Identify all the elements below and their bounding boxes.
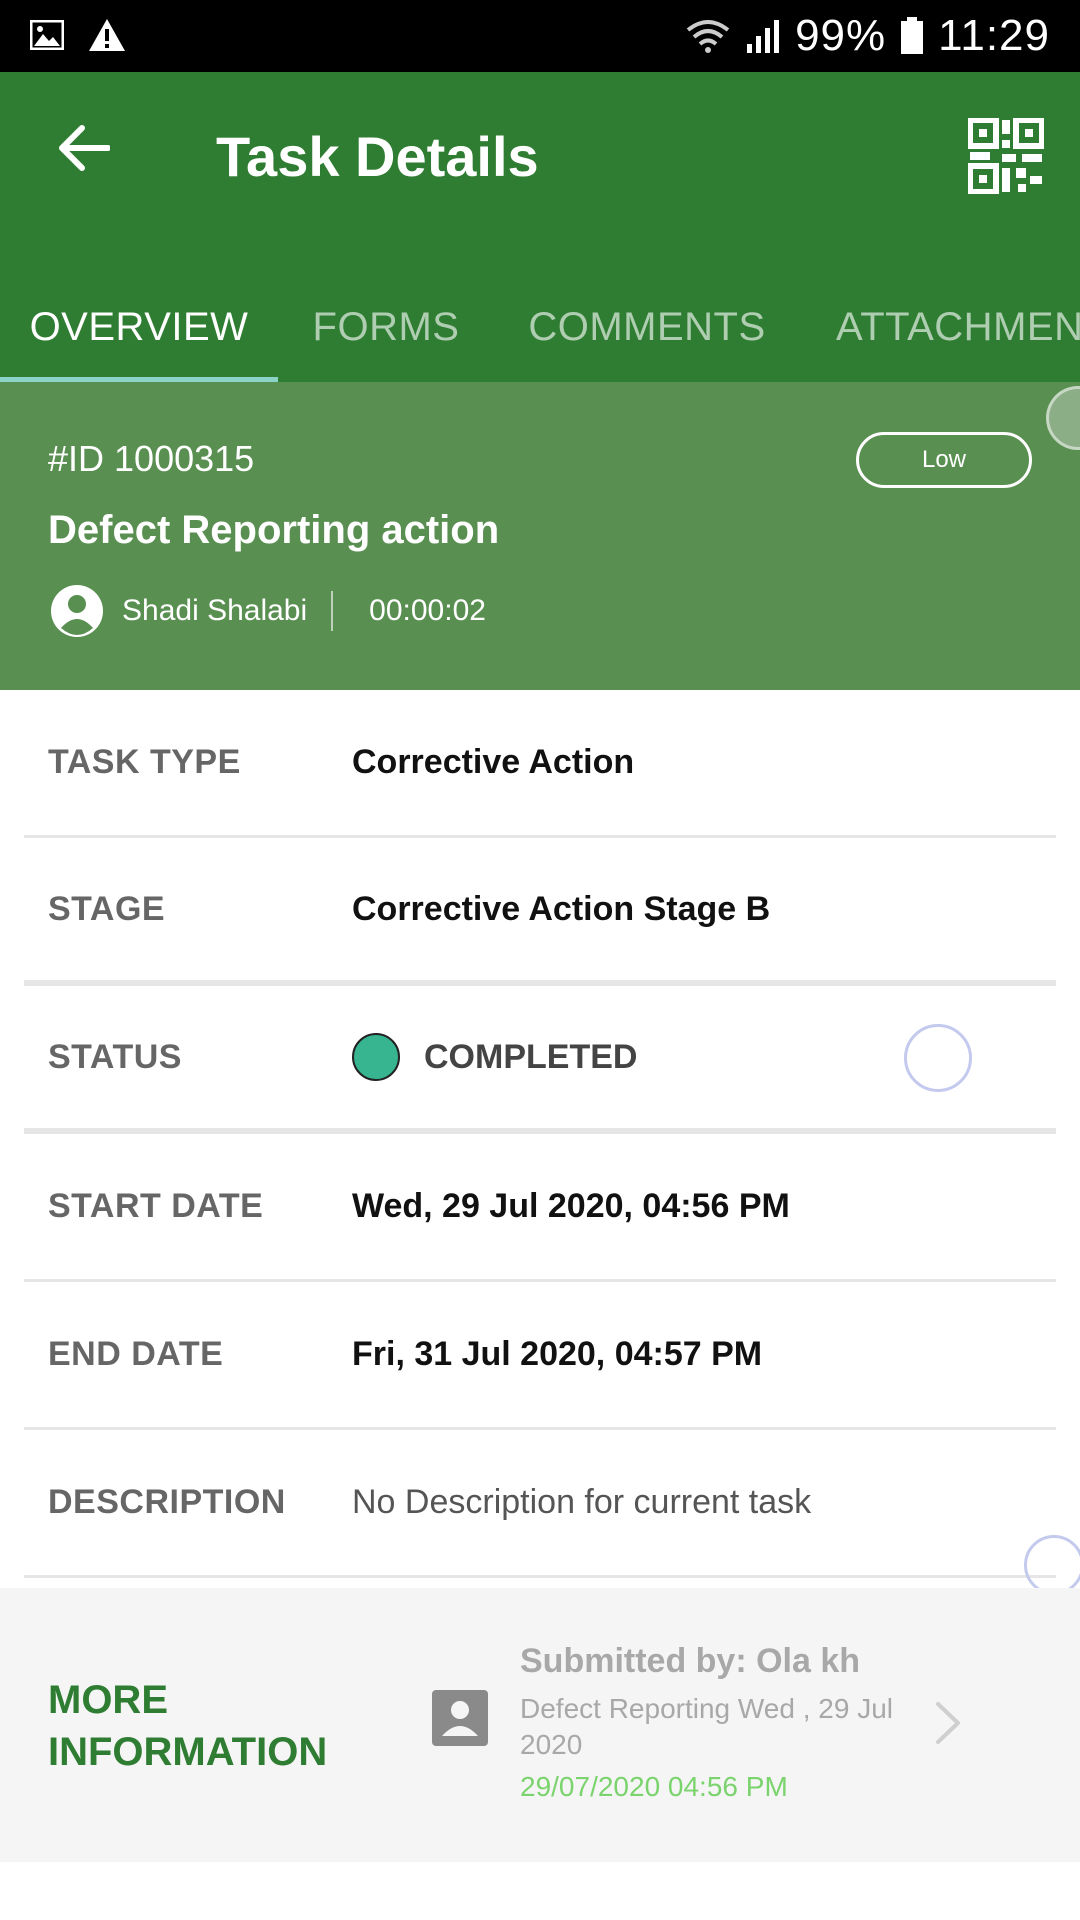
detail-label: STATUS	[48, 1037, 182, 1076]
clock: 11:29	[938, 11, 1050, 60]
detail-row-task-type: TASK TYPE Corrective Action	[24, 690, 1056, 838]
signal-icon	[747, 20, 780, 53]
detail-row-start-date: START DATE Wed, 29 Jul 2020, 04:56 PM	[24, 1134, 1056, 1282]
owner-name: Shadi Shalabi	[122, 594, 308, 627]
priority-badge: Low	[856, 432, 1032, 488]
tab-overview[interactable]: OVERVIEW	[0, 272, 278, 382]
task-header: #ID 1000315 Low Defect Reporting action …	[0, 382, 1080, 690]
submitted-by: Submitted by: Ola kh	[520, 1642, 861, 1680]
page-title: Task Details	[216, 125, 539, 188]
detail-value: Fri, 31 Jul 2020, 04:57 PM	[352, 1335, 763, 1373]
submission-info: Submitted by: Ola kh Defect Reporting We…	[520, 1642, 920, 1803]
task-details-list: TASK TYPE Corrective Action STAGE Correc…	[24, 690, 1056, 1578]
qr-code-button[interactable]	[967, 117, 1045, 195]
detail-value: No Description for current task	[352, 1483, 812, 1521]
status-indicator-icon	[352, 1033, 400, 1081]
submission-description: Defect Reporting Wed , 29 Jul 2020	[520, 1693, 894, 1760]
detail-label: END DATE	[48, 1335, 224, 1373]
status-bar: 99% 11:29	[0, 0, 1080, 72]
detail-row-stage: STAGE Corrective Action Stage B	[24, 838, 1056, 986]
app-bar: Task Details OVERVIEW FORMS COMMENTS ATT…	[0, 72, 1080, 382]
tab-bar: OVERVIEW FORMS COMMENTS ATTACHMEN	[0, 272, 1080, 382]
status-value: COMPLETED	[352, 1033, 637, 1081]
arrow-left-icon	[59, 125, 110, 171]
floating-handle[interactable]	[1046, 386, 1080, 450]
task-id: #ID 1000315	[48, 438, 255, 479]
back-button[interactable]	[48, 112, 120, 184]
detail-label: TASK TYPE	[48, 743, 241, 781]
chevron-right-icon	[936, 1702, 960, 1744]
detail-value: Corrective Action Stage B	[352, 889, 771, 928]
task-name: Defect Reporting action	[48, 508, 500, 552]
submission-date: 29/07/2020 04:56 PM	[520, 1771, 788, 1802]
touch-indicator	[904, 1024, 972, 1092]
warning-icon	[89, 19, 125, 51]
battery-percent: 99%	[795, 11, 887, 60]
detail-row-end-date: END DATE Fri, 31 Jul 2020, 04:57 PM	[24, 1282, 1056, 1430]
divider	[331, 591, 334, 631]
detail-value: Corrective Action	[352, 743, 635, 781]
detail-value: Wed, 29 Jul 2020, 04:56 PM	[352, 1187, 790, 1225]
more-information-card[interactable]: MORE INFORMATION Submitted by: Ola kh De…	[0, 1588, 1080, 1862]
task-timer: 00:00:02	[369, 594, 486, 627]
battery-icon	[901, 17, 924, 54]
detail-label: DESCRIPTION	[48, 1483, 286, 1521]
tab-forms[interactable]: FORMS	[278, 272, 494, 382]
wifi-icon	[686, 20, 730, 53]
user-avatar-icon	[51, 585, 103, 637]
image-icon	[30, 20, 64, 50]
detail-label: STAGE	[48, 889, 166, 928]
detail-label: START DATE	[48, 1187, 264, 1225]
tab-attachments[interactable]: ATTACHMEN	[800, 272, 1080, 382]
qr-code-icon	[967, 117, 1045, 195]
status-text: COMPLETED	[424, 1037, 638, 1076]
contact-card-icon	[432, 1690, 488, 1746]
floating-handle-edge[interactable]	[1024, 1535, 1080, 1595]
more-information-label: MORE INFORMATION	[48, 1678, 328, 1774]
detail-row-status: STATUS COMPLETED	[24, 986, 1056, 1134]
task-owner: Shadi Shalabi 00:00:02	[50, 584, 486, 638]
tab-comments[interactable]: COMMENTS	[494, 272, 800, 382]
detail-row-description: DESCRIPTION No Description for current t…	[24, 1430, 1056, 1578]
